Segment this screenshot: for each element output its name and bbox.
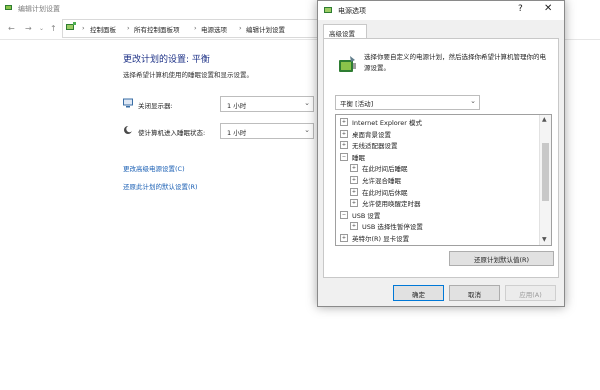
tab-advanced-settings[interactable]: 高级设置 [323,24,367,39]
cancel-button[interactable]: 取消 [449,285,500,301]
sleep-label: 使计算机进入睡眠状态: [138,129,206,137]
plan-select[interactable]: 平衡 [活动] ⌄ [335,95,480,110]
chevron-down-icon: ⌄ [304,126,310,134]
settings-tree[interactable]: + Internet Explorer 模式 + 桌面背景设置 + 无线适配器设置 − 睡眠 +… [335,114,552,246]
tree-item-label: 在此时间后睡眠 [362,165,408,174]
scroll-down-icon[interactable]: ▼ [542,236,547,243]
breadcrumb-all-items[interactable]: 所有控制面板项 [134,24,180,34]
background-window-title: 编辑计划设置 [18,5,60,13]
tree-item-label: 允许使用唤醒定时器 [362,200,421,209]
tree-item[interactable]: − USB 设置 [340,210,380,221]
tree-item-label: 允许混合睡眠 [362,177,401,185]
chevron-down-icon: ⌄ [470,97,476,105]
tree-item-label: 在此时间后休眠 [362,188,408,197]
tree-item[interactable]: + 英特尔(R) 显卡设置 [340,233,409,244]
tree-item[interactable]: − 睡眠 [340,152,365,163]
collapse-icon[interactable]: − [340,210,348,219]
scroll-up-icon[interactable]: ▲ [542,116,547,123]
breadcrumb-separator-icon: › [239,24,242,32]
tree-item[interactable]: + 在此时间后睡眠 [350,163,408,174]
back-arrow-icon[interactable]: ← [8,24,15,33]
dialog-title: 电源选项 [338,7,366,15]
moon-icon [124,125,133,134]
dialog-description: 选择你要自定义的电源计划，然后选择你希望计算机管理你的电源设置。 [364,53,546,72]
display-off-value: 1 小时 [227,102,247,110]
change-advanced-settings-link[interactable]: 更改高级电源设置(C) [123,163,185,173]
collapse-icon[interactable]: − [340,152,348,161]
tree-item-label: Internet Explorer 模式 [352,119,423,127]
breadcrumb-separator-icon: › [82,24,85,32]
ok-label: 确定 [412,291,425,299]
apply-button[interactable]: 应用(A) [505,285,556,301]
restore-plan-defaults-label: 还原计划默认值(R) [473,256,530,264]
expand-icon[interactable]: + [350,176,358,184]
display-off-select[interactable]: 1 小时 ⌄ [220,96,314,112]
expand-icon[interactable]: + [350,187,358,196]
page-subtitle: 选择希望计算机使用的睡眠设置和显示设置。 [123,71,253,79]
cancel-label: 取消 [468,291,481,299]
tree-item-label: 无线适配器设置 [352,142,398,151]
apply-label: 应用(A) [519,291,542,299]
forward-arrow-icon[interactable]: → [25,24,32,33]
expand-icon[interactable]: + [340,141,348,150]
breadcrumb-separator-icon: › [194,24,197,32]
breadcrumb-edit-plan[interactable]: 编辑计划设置 [246,24,285,34]
chevron-down-icon: ⌄ [304,99,310,107]
tree-item-label: 桌面背景设置 [352,130,391,139]
tree-scrollbar[interactable]: ▲ ▼ [539,115,551,245]
tree-item[interactable]: + Internet Explorer 模式 [340,117,422,128]
plan-select-value: 平衡 [活动] [340,100,374,108]
tree-item[interactable]: + 桌面背景设置 [340,129,391,140]
tree-item[interactable]: + 允许使用唤醒定时器 [350,198,421,209]
tab-label: 高级设置 [329,30,355,38]
tree-item[interactable]: + USB 选择性暂停设置 [350,221,423,232]
tree-item[interactable]: + 无线适配器设置 [340,140,398,151]
sleep-value: 1 小时 [227,129,247,137]
tree-item-label: USB 选择性暂停设置 [362,223,423,232]
sleep-select[interactable]: 1 小时 ⌄ [220,123,314,139]
tree-item[interactable]: + 允许混合睡眠 [350,175,401,186]
tree-item-label: 睡眠 [352,153,365,162]
breadcrumb-separator-icon: › [127,24,130,32]
help-button[interactable]: ? [518,4,523,14]
ok-button[interactable]: 确定 [393,285,444,301]
scrollbar-thumb[interactable] [542,143,549,201]
tree-item-label: USB 设置 [352,211,381,220]
power-options-dialog: 电源选项 ? ✕ 高级设置 选择你要自定义的电源计划，然后选择你希望计算机管理你… [317,0,565,307]
expand-icon[interactable]: + [340,118,348,126]
tree-item-label: 英特尔(R) 显卡设置 [352,235,410,243]
power-options-icon [5,5,12,10]
display-off-label: 关闭显示器: [138,102,173,110]
up-arrow-icon[interactable]: ↑ [50,24,57,33]
control-panel-icon [66,22,76,30]
monitor-icon [123,98,133,108]
expand-icon[interactable]: + [350,222,358,231]
recent-dropdown-icon[interactable]: ⌄ [39,25,44,32]
expand-icon[interactable]: + [350,199,358,208]
tree-item[interactable]: + 在此时间后休眠 [350,187,408,198]
close-button[interactable]: ✕ [544,3,552,14]
power-options-icon [324,7,332,13]
advanced-settings-panel: 选择你要自定义的电源计划，然后选择你希望计算机管理你的电源设置。 平衡 [活动]… [323,38,559,278]
page-title: 更改计划的设置: 平衡 [123,55,210,65]
restore-plan-defaults-button[interactable]: 还原计划默认值(R) [449,251,554,266]
breadcrumb-power-options[interactable]: 电源选项 [201,24,227,34]
battery-plug-icon [339,56,356,72]
expand-icon[interactable]: + [350,164,358,173]
restore-defaults-link[interactable]: 还原此计划的默认设置(R) [123,181,198,191]
expand-icon[interactable]: + [340,234,348,242]
expand-icon[interactable]: + [340,129,348,138]
breadcrumb-control-panel[interactable]: 控制面板 [90,24,116,34]
